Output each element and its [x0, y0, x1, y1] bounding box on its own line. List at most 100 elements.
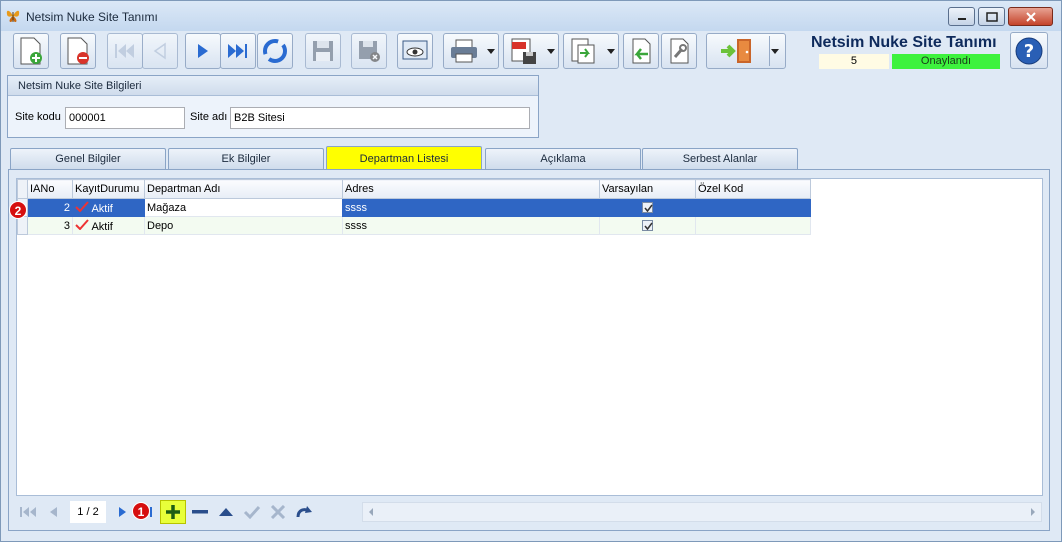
grid-navigator: 1 / 2 1 [16, 498, 1043, 526]
column-header-address[interactable]: Adres [342, 179, 600, 199]
checkbox-check-icon [644, 222, 653, 231]
tab-aciklama[interactable]: Açıklama [485, 148, 641, 169]
row-code[interactable] [695, 198, 811, 217]
help-icon: ? [1015, 37, 1043, 64]
column-header-no[interactable]: IANo [27, 179, 73, 199]
row-department-name[interactable]: Depo [144, 216, 343, 235]
scroll-right-icon[interactable] [1031, 508, 1035, 516]
minimize-button[interactable] [948, 7, 975, 26]
plus-icon [166, 505, 180, 519]
column-header-status[interactable]: KayıtDurumu [72, 179, 145, 199]
row-department-name[interactable]: Mağaza [144, 198, 343, 217]
column-header-default[interactable]: Varsayılan [599, 179, 696, 199]
last-record-button[interactable] [220, 33, 256, 69]
pdf-export-icon [511, 38, 536, 64]
row-no: 2 [27, 198, 73, 217]
nav-refresh-button[interactable] [294, 502, 314, 522]
table-row[interactable]: 3 Aktif Depo ssss [17, 216, 811, 235]
check-icon [243, 505, 261, 519]
row-address[interactable]: ssss [342, 198, 600, 217]
checkmark-icon [75, 218, 89, 230]
properties-button[interactable] [661, 33, 697, 69]
exit-button[interactable] [706, 33, 786, 69]
new-document-icon [20, 37, 42, 65]
nav-page-info: 1 / 2 [70, 501, 106, 523]
save-button[interactable] [305, 33, 341, 69]
tab-ek-bilgiler[interactable]: Ek Bilgiler [168, 148, 324, 169]
cancel-save-button[interactable] [351, 33, 387, 69]
nav-first-button[interactable] [18, 502, 38, 522]
minus-icon [192, 510, 208, 514]
annotation-badge-1: 1 [132, 502, 150, 520]
nav-edit-button[interactable] [216, 502, 236, 522]
preview-button[interactable] [397, 33, 433, 69]
refresh-button[interactable] [257, 33, 293, 69]
maximize-button[interactable] [978, 7, 1005, 26]
department-table: IANo KayıtDurumu Departman Adı Adres Var… [17, 179, 811, 235]
print-icon [451, 39, 477, 63]
new-button[interactable] [13, 33, 49, 69]
row-status-label: Aktif [91, 220, 113, 233]
first-record-button[interactable] [107, 33, 143, 69]
table-header-row: IANo KayıtDurumu Departman Adı Adres Var… [17, 179, 811, 199]
nav-post-button[interactable] [242, 502, 262, 522]
table-row[interactable]: 2 Aktif Mağaza ssss [17, 198, 811, 217]
save-icon [313, 41, 333, 61]
print-button[interactable] [443, 33, 499, 69]
exit-icon [721, 39, 751, 63]
cancel-save-icon [359, 41, 380, 62]
previous-record-icon [153, 42, 166, 60]
site-code-input[interactable] [65, 107, 185, 129]
column-header-code[interactable]: Özel Kod [695, 179, 811, 199]
nav-delete-button[interactable] [190, 502, 210, 522]
redo-icon [296, 506, 312, 518]
row-indicator[interactable] [17, 216, 28, 235]
column-header-department[interactable]: Departman Adı [144, 179, 343, 199]
restore-icon [985, 11, 998, 22]
form-title: Netsim Nuke Site Tanımı [811, 34, 997, 51]
row-code[interactable] [695, 216, 811, 235]
row-indicator-header [17, 179, 28, 199]
horizontal-scrollbar[interactable] [362, 502, 1042, 522]
export-icon [571, 38, 595, 64]
row-default[interactable] [599, 216, 696, 235]
nav-add-button[interactable] [160, 500, 186, 524]
row-address[interactable]: ssss [342, 216, 600, 235]
tab-content-panel: IANo KayıtDurumu Departman Adı Adres Var… [8, 169, 1050, 531]
annotation-badge-2: 2 [9, 201, 27, 219]
help-button[interactable]: ? [1010, 32, 1048, 69]
site-name-label: Site adı [190, 111, 228, 123]
checkmark-icon [75, 200, 89, 212]
nav-previous-button[interactable] [43, 502, 63, 522]
nav-next-button[interactable] [112, 502, 132, 522]
row-default[interactable] [599, 198, 696, 217]
row-status: Aktif [72, 216, 145, 235]
next-record-button[interactable] [185, 33, 221, 69]
title-bar: Netsim Nuke Site Tanımı [1, 1, 1061, 31]
nav-cancel-button[interactable] [268, 502, 288, 522]
cancel-icon [270, 505, 286, 519]
next-record-icon [198, 44, 208, 58]
close-button[interactable] [1008, 7, 1053, 26]
tab-serbest-alanlar[interactable]: Serbest Alanlar [642, 148, 798, 169]
site-code-label: Site kodu [15, 111, 61, 123]
window-title: Netsim Nuke Site Tanımı [26, 10, 158, 24]
default-checkbox[interactable] [642, 202, 653, 214]
first-icon [20, 507, 36, 517]
minimize-icon [957, 17, 966, 20]
delete-button[interactable] [60, 33, 96, 69]
preview-icon [402, 40, 428, 60]
department-grid: IANo KayıtDurumu Departman Adı Adres Var… [16, 178, 1043, 496]
export-button[interactable] [563, 33, 619, 69]
import-button[interactable] [623, 33, 659, 69]
previous-record-button[interactable] [142, 33, 178, 69]
tab-genel-bilgiler[interactable]: Genel Bilgiler [10, 148, 166, 169]
default-checkbox[interactable] [642, 220, 653, 232]
site-name-input[interactable] [230, 107, 530, 129]
tab-departman-listesi[interactable]: Departman Listesi [326, 146, 482, 170]
scroll-left-icon[interactable] [369, 508, 373, 516]
main-window: Netsim Nuke Site Tanımı Netsim Nuke Site… [0, 0, 1062, 542]
pdf-export-button[interactable] [503, 33, 559, 69]
group-title: Netsim Nuke Site Bilgileri [8, 76, 538, 96]
refresh-icon [263, 39, 287, 63]
